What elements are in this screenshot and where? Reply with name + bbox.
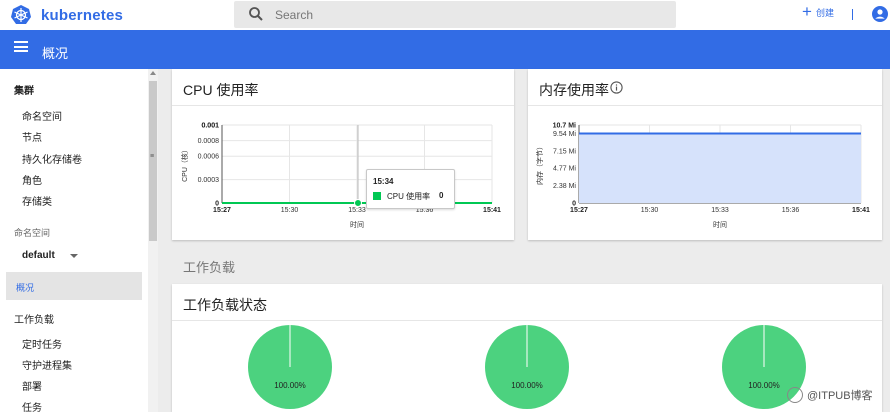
memory-usage-chart: 02.38 Mi4.77 Mi7.15 Mi9.54 Mi10.7 Mi15:2… — [535, 123, 870, 230]
y-tick-label: 0.0006 — [198, 154, 220, 161]
x-tick-label: 15:33 — [711, 207, 729, 214]
app-logo[interactable]: kubernetes — [10, 4, 123, 26]
namespace-label: 命名空间 — [14, 228, 51, 238]
y-tick-label: 10.7 Mi — [553, 123, 576, 130]
y-tick-label: 2.38 Mi — [553, 183, 576, 190]
pie-slice-label: 100.00% — [511, 381, 543, 390]
cpu-usage-card: CPU 使用率 0 0.0003 0.0006 0.0008 0.001 0.001 15:… — [172, 69, 514, 240]
x-axis-title: 时间 — [713, 220, 727, 229]
y-axis-title: 内存（字节） — [535, 143, 544, 185]
chart-tooltip: 15:34 CPU 使用率 0 — [366, 169, 455, 209]
plus-icon: + — [802, 2, 812, 21]
pie-slice-label: 100.00% — [274, 381, 306, 390]
sidebar-item-workloads[interactable]: 工作负载 — [14, 311, 54, 326]
search-bar[interactable]: Search — [234, 1, 676, 28]
create-button-label: 创建 — [815, 7, 834, 18]
workloads-section-title: 工作负载 — [183, 260, 236, 275]
dropdown-arrow-icon — [70, 253, 78, 258]
namespace-select[interactable]: default — [22, 250, 78, 261]
namespace-value: default — [22, 250, 55, 261]
hover-point — [354, 199, 362, 207]
x-tick-label: 15:30 — [281, 207, 299, 214]
tooltip-series-label: CPU 使用率 — [387, 192, 431, 201]
x-tick-label: 15:27 — [213, 207, 231, 214]
sidebar-item-namespaces[interactable]: 命名空间 — [22, 108, 62, 123]
page-header: 概况 — [0, 30, 890, 69]
y-tick-label: 7.15 Mi — [553, 148, 576, 155]
x-tick-label: 15:27 — [570, 207, 588, 214]
y-axis-title: CPU（核） — [180, 146, 189, 182]
sidebar-item-nodes[interactable]: 节点 — [22, 129, 42, 144]
memory-usage-card: 内存使用率 0 2.38 Mi 4.77 Mi 7.15 Mi 9.54 Mi 10.7 … — [528, 69, 882, 240]
y-tick-label: 0.0003 — [198, 177, 220, 184]
x-tick-label: 15:36 — [782, 207, 800, 214]
sidebar-item-persistent-volumes[interactable]: 持久化存储卷 — [22, 151, 82, 166]
watermark-icon — [787, 387, 803, 403]
page-title: 概况 — [42, 46, 69, 61]
y-tick-label: 9.54 Mi — [553, 131, 576, 138]
account-icon[interactable] — [872, 6, 888, 22]
tooltip-value: 0 — [439, 191, 444, 200]
cpu-usage-chart: 00.00030.00060.00080.0010.00115:27 15:30 1… — [180, 123, 501, 230]
workload-status-pies: 100.00% 100.00% 100.00% — [248, 325, 806, 409]
app-name: kubernetes — [41, 6, 124, 24]
sidebar-item-jobs[interactable]: 任务 — [22, 399, 42, 412]
sidebar-item-cluster[interactable]: 集群 — [14, 82, 34, 97]
sidebar-item-cron-jobs[interactable]: 定时任务 — [22, 336, 62, 351]
sidebar-item-roles[interactable]: 角色 — [22, 172, 42, 187]
sidebar-nav: 集群 命名空间 节点 持久化存储卷 角色 存储类 命名空间 default 概况… — [0, 69, 148, 412]
sidebar-scrollbar[interactable] — [148, 69, 158, 412]
kubernetes-logo-icon — [11, 5, 31, 24]
create-button[interactable]: + 创建 — [802, 2, 834, 21]
y-tick-label: 0.0008 — [198, 138, 220, 145]
workload-status-card: 工作负载状态 100.00% 100.00% 100.00% — [172, 284, 882, 412]
area-fill — [579, 133, 861, 203]
menu-icon[interactable] — [14, 41, 28, 52]
x-axis-title: 时间 — [350, 220, 364, 229]
watermark: @ITPUB博客 — [787, 387, 873, 403]
sidebar-item-storage-classes[interactable]: 存储类 — [22, 193, 52, 208]
x-tick-label: 15:30 — [641, 207, 659, 214]
sidebar-item-daemon-sets[interactable]: 守护进程集 — [22, 357, 72, 372]
sidebar-item-overview-label: 概况 — [16, 283, 35, 293]
tooltip-series-swatch — [373, 192, 381, 200]
top-bar: kubernetes Search + 创建 — [0, 0, 890, 30]
tooltip-time: 15:34 — [373, 177, 394, 186]
y-tick-label: 0.001 — [201, 123, 219, 130]
x-tick-label: 15:41 — [483, 207, 501, 214]
watermark-text: @ITPUB博客 — [807, 390, 873, 402]
scroll-thumb[interactable] — [149, 81, 157, 241]
pie-slice-label: 100.00% — [748, 381, 780, 390]
sidebar-item-deployments[interactable]: 部署 — [22, 378, 42, 393]
search-input[interactable]: Search — [275, 8, 313, 22]
toolbar-divider — [852, 9, 853, 20]
x-tick-label: 15:33 — [348, 207, 366, 214]
sidebar-item-overview[interactable]: 概况 — [6, 272, 142, 300]
x-tick-label: 15:41 — [852, 207, 870, 214]
y-tick-label: 4.77 Mi — [553, 166, 576, 173]
scroll-up-icon[interactable] — [150, 71, 156, 75]
search-icon — [249, 7, 263, 21]
resize-grip-icon[interactable]: ≡ — [150, 153, 154, 160]
